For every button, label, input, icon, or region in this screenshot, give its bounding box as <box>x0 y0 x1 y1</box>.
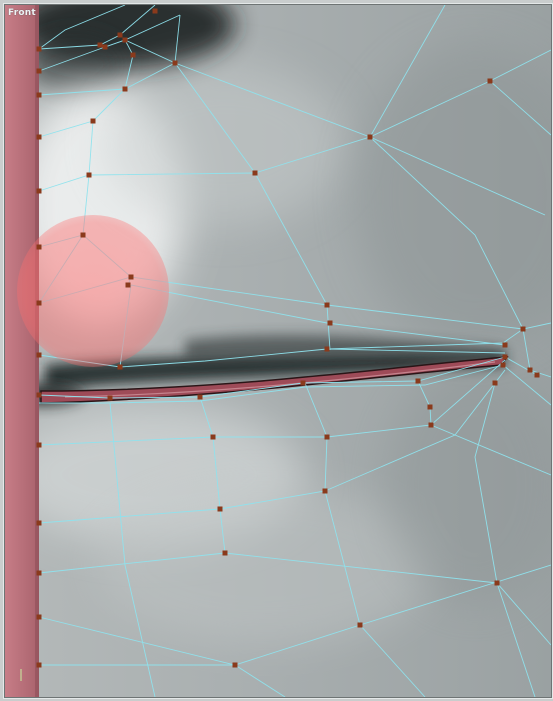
vertex-marker[interactable] <box>232 662 238 668</box>
vertex-marker[interactable] <box>36 352 42 358</box>
vertex-marker[interactable] <box>324 346 330 352</box>
soft-selection-brush[interactable] <box>17 215 169 367</box>
vertex-marker[interactable] <box>357 622 363 628</box>
vertex-marker[interactable] <box>197 394 203 400</box>
vertex-marker[interactable] <box>492 380 498 386</box>
vertex-marker[interactable] <box>502 342 508 348</box>
vertex-marker[interactable] <box>102 44 108 50</box>
vertex-marker[interactable] <box>500 362 506 368</box>
vertex-marker[interactable] <box>97 42 103 48</box>
vertex-marker[interactable] <box>36 662 42 668</box>
vertex-marker[interactable] <box>367 134 373 140</box>
vertex-marker[interactable] <box>327 320 333 326</box>
vertex-marker[interactable] <box>122 37 128 43</box>
vertex-marker[interactable] <box>210 434 216 440</box>
vertex-marker[interactable] <box>90 118 96 124</box>
vertex-marker[interactable] <box>36 300 42 306</box>
front-viewport[interactable]: Front <box>4 4 552 698</box>
vertex-marker[interactable] <box>122 86 128 92</box>
vertex-marker[interactable] <box>36 92 42 98</box>
vertex-marker[interactable] <box>36 68 42 74</box>
vertex-marker[interactable] <box>36 46 42 52</box>
vertex-marker[interactable] <box>36 188 42 194</box>
vertex-marker[interactable] <box>117 364 123 370</box>
vertex-marker[interactable] <box>520 326 526 332</box>
vertex-marker[interactable] <box>36 520 42 526</box>
vertex-marker[interactable] <box>487 78 493 84</box>
vertex-marker[interactable] <box>130 52 136 58</box>
vertex-marker[interactable] <box>428 422 434 428</box>
vertex-marker[interactable] <box>300 380 306 386</box>
vertex-marker[interactable] <box>86 172 92 178</box>
vertex-marker[interactable] <box>252 170 258 176</box>
vertex-marker[interactable] <box>494 580 500 586</box>
vertex-marker[interactable] <box>80 232 86 238</box>
vertex-marker[interactable] <box>527 367 533 373</box>
vertex-marker[interactable] <box>415 378 421 384</box>
vertex-marker[interactable] <box>36 392 42 398</box>
vertex-marker[interactable] <box>36 570 42 576</box>
vertex-marker[interactable] <box>324 302 330 308</box>
mesh-canvas[interactable] <box>5 5 551 697</box>
vertex-marker[interactable] <box>117 32 123 38</box>
vertex-marker[interactable] <box>36 134 42 140</box>
vertex-marker[interactable] <box>107 395 113 401</box>
vertex-marker[interactable] <box>502 354 508 360</box>
vertex-marker[interactable] <box>427 404 433 410</box>
vertex-marker[interactable] <box>172 60 178 66</box>
vertex-marker[interactable] <box>534 372 540 378</box>
vertex-marker[interactable] <box>125 282 131 288</box>
vertex-marker[interactable] <box>222 550 228 556</box>
vertex-marker[interactable] <box>36 614 42 620</box>
vertex-marker[interactable] <box>128 274 134 280</box>
viewport-label[interactable]: Front <box>8 8 36 18</box>
vertex-marker[interactable] <box>322 488 328 494</box>
vertex-marker[interactable] <box>36 442 42 448</box>
vertex-marker[interactable] <box>324 434 330 440</box>
vertex-marker[interactable] <box>36 244 42 250</box>
left-skin-strip <box>5 5 39 697</box>
vertex-marker[interactable] <box>217 506 223 512</box>
vertex-marker[interactable] <box>152 8 158 14</box>
